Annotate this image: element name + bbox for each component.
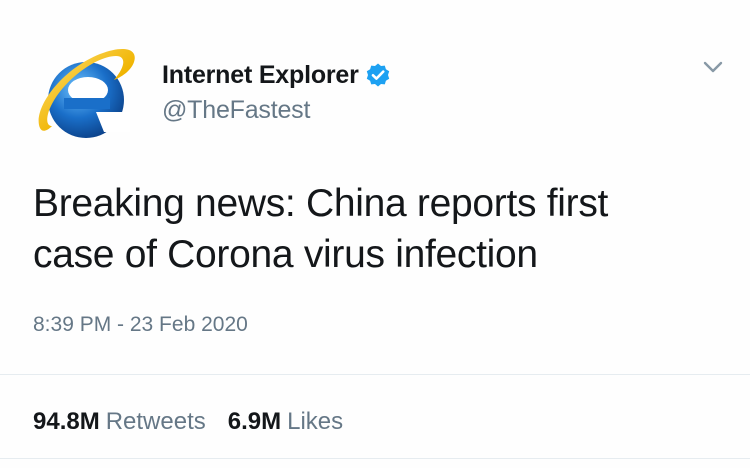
retweets-stat[interactable]: 94.8M Retweets [33, 408, 206, 436]
tweet-card: Internet Explorer @TheFastest Breaking n… [0, 0, 750, 468]
verified-badge-icon [366, 63, 389, 87]
tweet-text-line-1: Breaking news: China reports first [33, 182, 609, 225]
user-handle[interactable]: @TheFastest [162, 96, 391, 125]
author-block: Internet Explorer @TheFastest [162, 58, 391, 125]
tweet-text: Breaking news: China reports first case … [33, 178, 723, 280]
retweets-label: Retweets [105, 408, 206, 435]
display-name[interactable]: Internet Explorer [162, 61, 359, 90]
retweets-count: 94.8M [33, 408, 100, 435]
divider [0, 458, 750, 459]
likes-count: 6.9M [227, 408, 282, 435]
likes-label: Likes [287, 408, 344, 435]
engagement-stats: 94.8M Retweets 6.9M Likes [33, 408, 365, 436]
tweet-timestamp[interactable]: 8:39 PM - 23 Feb 2020 [33, 313, 248, 337]
display-name-row: Internet Explorer [162, 58, 391, 92]
internet-explorer-logo-icon[interactable] [30, 40, 142, 152]
likes-stat[interactable]: 6.9M Likes [228, 408, 343, 436]
chevron-down-icon[interactable] [700, 54, 726, 80]
divider [0, 374, 750, 375]
tweet-text-line-2: case of Corona virus infection [33, 233, 538, 276]
